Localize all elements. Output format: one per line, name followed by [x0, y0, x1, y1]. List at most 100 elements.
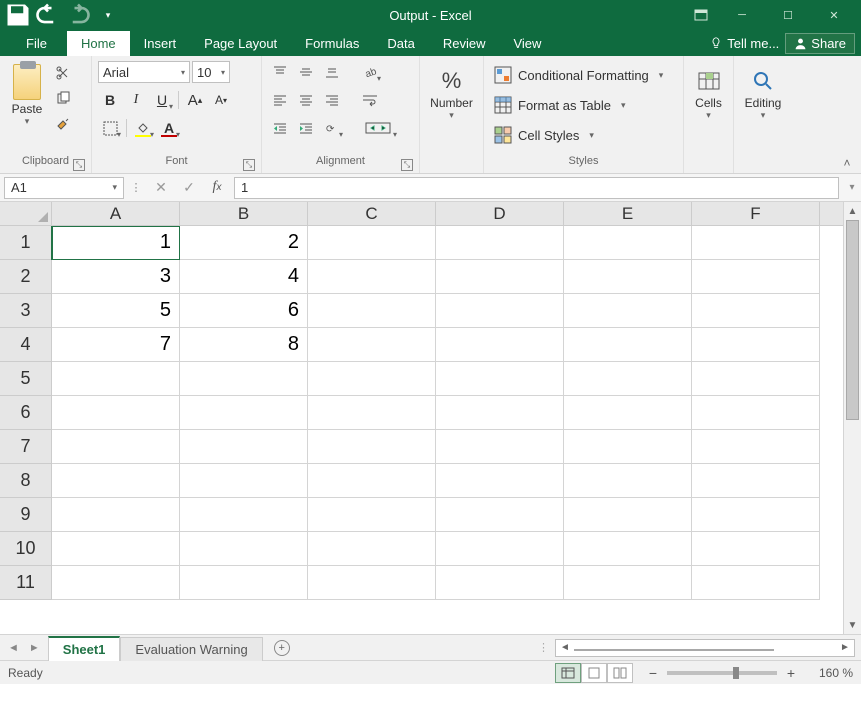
cell[interactable] — [436, 226, 564, 260]
cell[interactable] — [308, 430, 436, 464]
new-sheet-button[interactable]: + — [269, 637, 295, 659]
cell[interactable] — [180, 430, 308, 464]
row-header[interactable]: 5 — [0, 362, 52, 396]
tell-me-search[interactable]: Tell me... — [709, 36, 779, 51]
cell[interactable] — [692, 294, 820, 328]
scroll-up-button[interactable]: ▲ — [844, 202, 861, 220]
format-painter-button[interactable] — [52, 114, 74, 136]
cell[interactable] — [436, 566, 564, 600]
cell[interactable] — [52, 464, 180, 498]
tab-file[interactable]: File — [12, 31, 61, 56]
cell[interactable] — [692, 430, 820, 464]
cell[interactable] — [692, 532, 820, 566]
zoom-out-button[interactable]: − — [645, 665, 661, 681]
cell[interactable] — [692, 396, 820, 430]
cell[interactable] — [308, 328, 436, 362]
sheet-tab-active[interactable]: Sheet1 — [48, 636, 121, 661]
column-header[interactable]: B — [180, 202, 308, 225]
tab-data[interactable]: Data — [373, 31, 428, 56]
enter-formula-button[interactable]: ✓ — [180, 179, 198, 196]
scroll-down-button[interactable]: ▼ — [844, 616, 861, 634]
align-top-button[interactable] — [268, 60, 292, 84]
cell[interactable] — [564, 430, 692, 464]
cell[interactable]: 3 — [52, 260, 180, 294]
cell[interactable] — [564, 532, 692, 566]
zoom-in-button[interactable]: + — [783, 665, 799, 681]
alignment-launcher[interactable]: ⤡ — [401, 159, 413, 171]
align-right-button[interactable] — [320, 88, 344, 112]
font-size-combo[interactable]: 10▾ — [192, 61, 230, 83]
row-header[interactable]: 11 — [0, 566, 52, 600]
row-header[interactable]: 1 — [0, 226, 52, 260]
hscroll-thumb[interactable] — [574, 649, 774, 651]
cell[interactable] — [308, 396, 436, 430]
undo-icon[interactable] — [34, 3, 62, 27]
cut-button[interactable] — [52, 62, 74, 84]
row-header[interactable]: 8 — [0, 464, 52, 498]
scroll-right-button[interactable]: ► — [836, 642, 854, 653]
cell[interactable] — [436, 396, 564, 430]
cell[interactable] — [180, 566, 308, 600]
cell[interactable]: 1 — [52, 226, 180, 260]
column-header[interactable]: E — [564, 202, 692, 225]
cell[interactable] — [308, 498, 436, 532]
orientation-button[interactable]: ab — [358, 60, 382, 84]
redo-icon[interactable] — [64, 3, 92, 27]
cell[interactable] — [52, 396, 180, 430]
decrease-font-button[interactable]: A▾ — [209, 88, 233, 112]
row-header[interactable]: 2 — [0, 260, 52, 294]
vscroll-thumb[interactable] — [846, 220, 859, 420]
font-launcher[interactable]: ⤡ — [243, 159, 255, 171]
underline-button[interactable]: U — [150, 88, 174, 112]
cell[interactable] — [564, 260, 692, 294]
page-break-view-button[interactable] — [607, 663, 633, 683]
cell[interactable] — [692, 260, 820, 294]
fill-color-button[interactable] — [131, 116, 155, 140]
cell[interactable] — [436, 430, 564, 464]
orientation-alt-button[interactable]: ⟳ — [320, 116, 344, 140]
cell[interactable] — [564, 294, 692, 328]
zoom-slider[interactable] — [667, 671, 777, 675]
cell[interactable] — [436, 260, 564, 294]
vertical-scrollbar[interactable]: ▲ ▼ — [843, 202, 861, 634]
row-header[interactable]: 3 — [0, 294, 52, 328]
cell[interactable] — [180, 464, 308, 498]
cell[interactable] — [52, 532, 180, 566]
cell[interactable] — [436, 362, 564, 396]
cell[interactable] — [564, 328, 692, 362]
tab-page-layout[interactable]: Page Layout — [190, 31, 291, 56]
cell[interactable] — [564, 396, 692, 430]
cell[interactable]: 5 — [52, 294, 180, 328]
qat-customize-icon[interactable]: ▾ — [94, 3, 122, 27]
cell[interactable] — [308, 362, 436, 396]
cell[interactable] — [180, 396, 308, 430]
row-header[interactable]: 4 — [0, 328, 52, 362]
cell-styles-button[interactable]: Cell Styles▾ — [490, 122, 677, 148]
cell[interactable] — [436, 532, 564, 566]
cell[interactable] — [52, 362, 180, 396]
row-header[interactable]: 10 — [0, 532, 52, 566]
scroll-left-button[interactable]: ◄ — [556, 642, 574, 653]
row-header[interactable]: 6 — [0, 396, 52, 430]
cell[interactable] — [692, 464, 820, 498]
cell[interactable] — [308, 260, 436, 294]
cell[interactable]: 6 — [180, 294, 308, 328]
zoom-slider-thumb[interactable] — [733, 667, 739, 679]
cell[interactable] — [308, 226, 436, 260]
cells-button[interactable]: Cells ▾ — [690, 60, 727, 155]
cell[interactable] — [308, 294, 436, 328]
collapse-ribbon-button[interactable]: ˄ — [837, 155, 857, 171]
sheet-tab-other[interactable]: Evaluation Warning — [120, 637, 262, 661]
align-bottom-button[interactable] — [320, 60, 344, 84]
cell[interactable] — [564, 498, 692, 532]
namebox-resize-handle[interactable]: ⋮ — [128, 181, 144, 194]
sheet-prev-button[interactable]: ◄ — [8, 642, 19, 654]
cell[interactable] — [52, 430, 180, 464]
tab-view[interactable]: View — [499, 31, 555, 56]
tab-review[interactable]: Review — [429, 31, 500, 56]
cell[interactable] — [564, 464, 692, 498]
formula-input[interactable]: 1 — [234, 177, 839, 199]
cell[interactable]: 8 — [180, 328, 308, 362]
cell[interactable] — [52, 566, 180, 600]
column-header[interactable]: D — [436, 202, 564, 225]
